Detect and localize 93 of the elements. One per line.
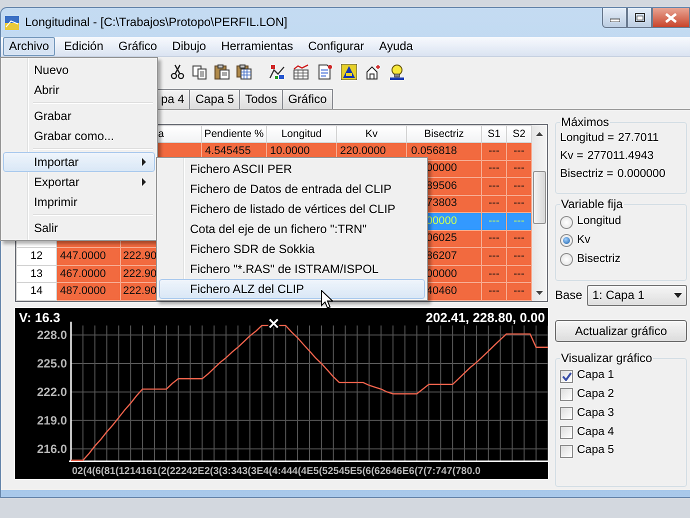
close-button[interactable] [652, 8, 690, 28]
checkbox-option[interactable]: Capa 5 [560, 444, 682, 458]
table-cell: --- [482, 178, 506, 196]
document-icon[interactable] [317, 64, 333, 80]
checkbox-icon[interactable] [560, 426, 573, 439]
radio-icon[interactable] [560, 234, 573, 248]
table-cell: --- [482, 248, 506, 266]
menu-item[interactable]: Gráfico [112, 37, 164, 56]
column-header[interactable]: Pendiente % [202, 126, 266, 142]
radio-option[interactable]: Longitud [560, 215, 682, 229]
scrollbar-thumb[interactable] [533, 171, 546, 224]
checkbox-icon[interactable] [560, 407, 573, 420]
menu-item[interactable]: Configurar [302, 37, 370, 56]
maximize-button[interactable] [627, 8, 652, 28]
dropdown-field[interactable]: 1: Capa 1 [587, 285, 687, 306]
table-cell: --- [482, 282, 506, 300]
menu-item[interactable]: Importar [3, 152, 155, 172]
column-header[interactable]: S1 [482, 126, 506, 142]
checkbox-option[interactable]: Capa 3 [560, 406, 682, 421]
checkbox-option[interactable]: Capa 2 [560, 388, 682, 402]
minimize-button[interactable] [602, 8, 627, 28]
tab[interactable]: Capa 5 [189, 89, 240, 109]
row-number: 12 [16, 248, 56, 266]
stat-label: Bisectriz = [560, 168, 614, 182]
column-header[interactable]: Longitud [266, 126, 336, 142]
scissors-icon[interactable] [170, 64, 186, 80]
menu-item[interactable]: Edición [58, 37, 110, 56]
menu-item[interactable]: Salir [3, 218, 155, 238]
y-axis-label: 225.0 [36, 356, 67, 370]
scrollbar[interactable] [532, 125, 547, 301]
radio-icon[interactable] [560, 253, 573, 266]
submenu-arrow-icon [142, 178, 146, 186]
checkbox-icon[interactable] [560, 444, 573, 458]
lightbulb-icon[interactable] [389, 64, 405, 80]
table-chart-icon[interactable] [293, 64, 309, 80]
dropdown-arrow-icon[interactable] [674, 293, 682, 298]
menu-item[interactable]: Archivo [3, 37, 56, 56]
coordinate-readout: 202.41, 228.80, 0.00 [426, 310, 545, 325]
group-title: Visualizar gráfico [560, 352, 654, 366]
stat-value: 0.000000 [617, 168, 666, 182]
menu-item[interactable]: Ayuda [373, 37, 419, 56]
tab[interactable]: Todos [239, 89, 284, 109]
submenu-arrow-icon [142, 158, 146, 166]
copy-icon[interactable] [192, 64, 208, 80]
menu-item[interactable]: Exportar [3, 172, 155, 192]
field-label: Base [555, 288, 582, 303]
table-cell: --- [482, 142, 506, 160]
stat-label: Kv = [560, 150, 584, 164]
y-axis-label: 216.0 [36, 442, 67, 456]
radio-option[interactable]: Bisectriz [560, 252, 682, 267]
window-title: Longitudinal - [C:\Trabajos\Protopo\PERFIL.LON] [25, 15, 288, 30]
chart-readout: V: 16.3 [19, 310, 60, 325]
tile-icon[interactable] [341, 64, 357, 80]
column-header[interactable]: Kv [336, 126, 406, 142]
group-title: Máximos [560, 116, 610, 130]
close-icon [665, 12, 677, 22]
stat-value: 27.7011 [618, 132, 659, 146]
checkbox-option[interactable]: Capa 1 [560, 369, 682, 383]
table-cell: 447.0000 [56, 248, 120, 266]
menu-item[interactable]: Grabar [3, 106, 155, 126]
row-number: 13 [16, 265, 56, 283]
y-axis-label: 222.0 [36, 384, 67, 399]
app-icon [4, 14, 20, 30]
row-number: 14 [16, 282, 56, 300]
update-button[interactable]: Actualizar gráfico [555, 320, 687, 342]
scroll-down-icon[interactable] [536, 290, 543, 294]
menu-item[interactable]: Dibujo [166, 37, 212, 56]
line-tool-icon[interactable] [269, 64, 285, 80]
clipboard-icon[interactable] [214, 64, 230, 80]
menu-item[interactable]: Imprimir [3, 192, 155, 212]
maximize-icon [634, 13, 644, 22]
y-axis-label: 219.0 [36, 413, 67, 428]
table-cell: 487.0000 [56, 282, 120, 300]
table-cell: --- [482, 212, 506, 230]
checkbox-option[interactable]: Capa 4 [560, 426, 682, 440]
radio-icon[interactable] [560, 216, 573, 229]
stat-value: 277011.4943 [587, 150, 654, 164]
clipboard-table-icon[interactable] [236, 64, 252, 80]
scroll-up-icon[interactable] [536, 132, 543, 136]
group-title: Variable fija [560, 198, 624, 212]
menu-item[interactable]: Herramientas [215, 37, 300, 56]
checkbox-icon[interactable] [560, 388, 573, 402]
stat-label: Longitud = [560, 132, 614, 146]
column-header[interactable]: S2 [506, 126, 532, 142]
house-icon[interactable] [365, 64, 381, 80]
menu-item[interactable]: Nuevo [3, 60, 155, 80]
y-axis-label: 228.0 [36, 328, 67, 342]
column-header[interactable]: Bisectriz [406, 126, 482, 142]
menu-item[interactable]: Fichero ALZ del CLIP [159, 279, 425, 299]
x-axis-labels: 02(4(6(81(1214161(2(22242E2(3(3:343(3E4(4:444(4E5(52545E5(6(62646E6(7(7:747(780.0 [72, 466, 481, 477]
tab[interactable]: Gráfico [282, 89, 333, 109]
radio-option[interactable]: Kv [560, 234, 682, 248]
checkbox-icon[interactable] [560, 370, 573, 383]
